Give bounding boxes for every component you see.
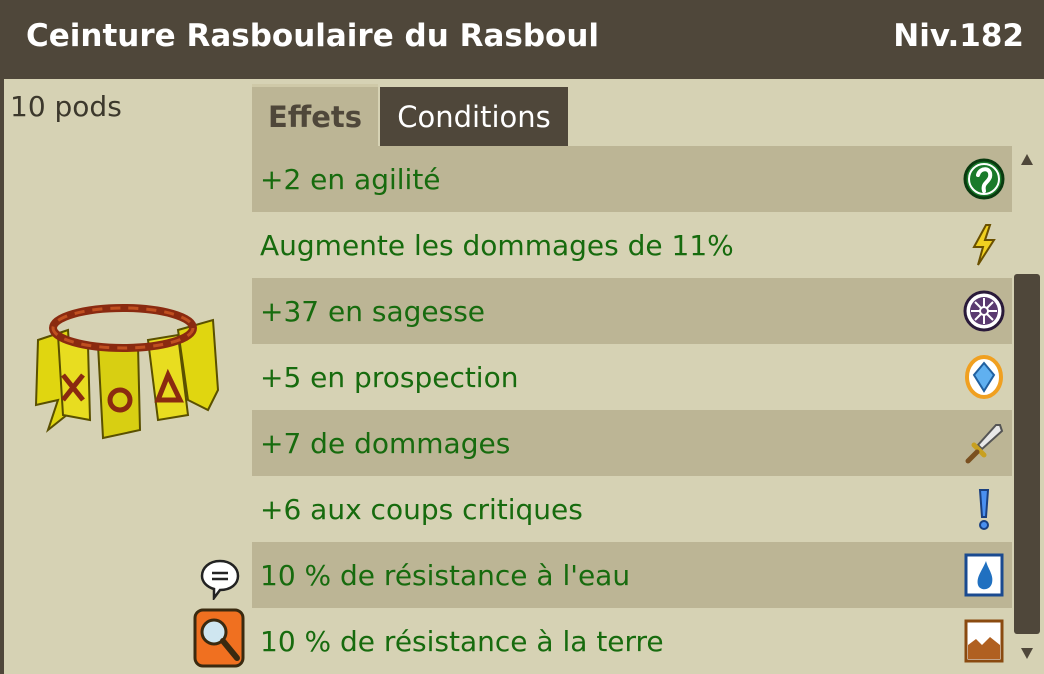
effects-list: +2 en agilité Augmente les dommages de 1… bbox=[252, 146, 1012, 674]
item-name: Ceinture Rasboulaire du Rasboul bbox=[26, 18, 600, 54]
tab-conditions[interactable]: Conditions bbox=[380, 87, 568, 146]
power-icon bbox=[972, 224, 996, 266]
effect-text: Augmente les dommages de 11% bbox=[260, 228, 734, 262]
agility-icon bbox=[963, 158, 1005, 200]
effect-row: Augmente les dommages de 11% bbox=[252, 212, 1012, 278]
scroll-up-arrow-icon[interactable] bbox=[1021, 154, 1033, 165]
earth-icon bbox=[964, 619, 1004, 663]
chat-bubble-icon[interactable] bbox=[200, 558, 240, 600]
effect-text: +7 de dommages bbox=[260, 426, 511, 460]
effect-row: 10 % de résistance à l'eau bbox=[252, 542, 1012, 608]
effect-row: +2 en agilité bbox=[252, 146, 1012, 212]
effect-row: +37 en sagesse bbox=[252, 278, 1012, 344]
exclamation-icon bbox=[978, 489, 990, 530]
magnifier-icon[interactable] bbox=[193, 608, 245, 668]
wisdom-icon bbox=[963, 290, 1005, 332]
effect-text: +2 en agilité bbox=[260, 162, 441, 196]
window-border bbox=[0, 0, 4, 674]
item-header: Ceinture Rasboulaire du Rasboul Niv.182 bbox=[4, 0, 1044, 79]
scroll-down-arrow-icon[interactable] bbox=[1021, 648, 1033, 659]
effect-text: +37 en sagesse bbox=[260, 294, 486, 328]
tab-effects[interactable]: Effets bbox=[252, 84, 378, 146]
effect-row: +5 en prospection bbox=[252, 344, 1012, 410]
effects-scrollbar[interactable] bbox=[1013, 146, 1044, 674]
item-weight: 10 pods bbox=[10, 90, 122, 123]
effect-text: +5 en prospection bbox=[260, 360, 519, 394]
sword-icon bbox=[965, 424, 1004, 464]
effect-row: +6 aux coups critiques bbox=[252, 476, 1012, 542]
effect-row: 10 % de résistance à la terre bbox=[252, 608, 1012, 674]
effect-text: 10 % de résistance à l'eau bbox=[260, 558, 631, 592]
water-drop-icon bbox=[964, 553, 1004, 597]
prospecting-icon bbox=[965, 355, 1003, 399]
effect-text: +6 aux coups critiques bbox=[260, 492, 583, 526]
scrollbar-thumb[interactable] bbox=[1014, 274, 1040, 634]
effect-row: +7 de dommages bbox=[252, 410, 1012, 476]
effect-text: 10 % de résistance à la terre bbox=[260, 624, 664, 658]
item-image bbox=[34, 304, 220, 440]
item-level: Niv.182 bbox=[893, 18, 1024, 54]
